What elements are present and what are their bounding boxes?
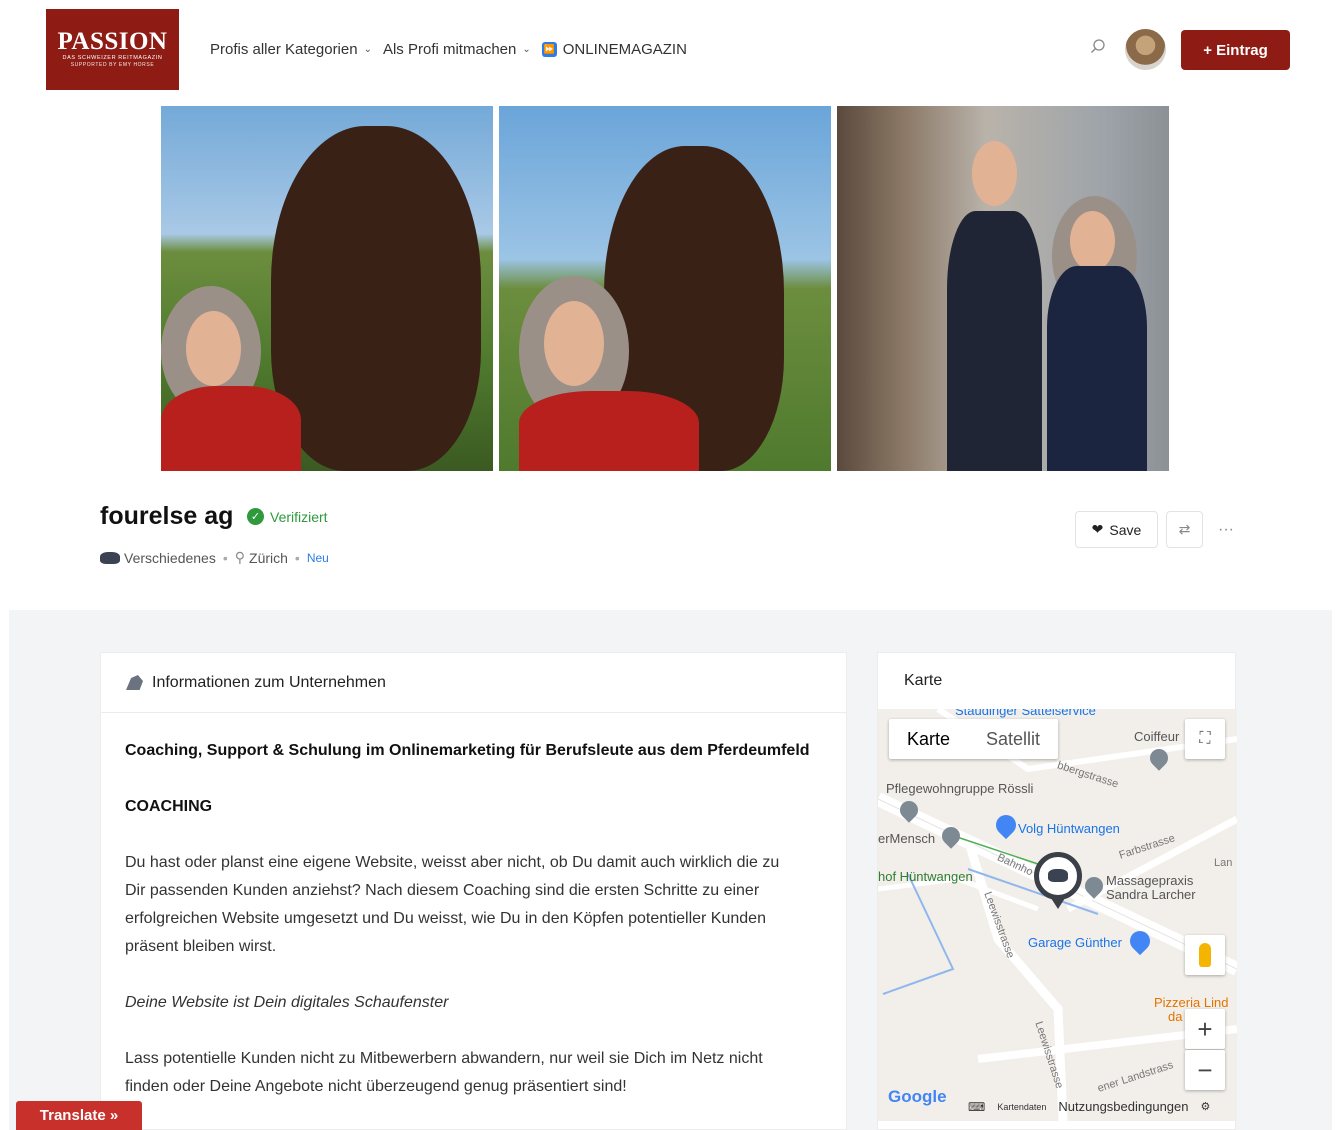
compare-arrows-icon: ⇄ bbox=[1178, 521, 1191, 537]
chevron-down-icon: ⌄ bbox=[363, 43, 372, 55]
save-button[interactable]: ❤ Save bbox=[1075, 511, 1158, 548]
gallery-photo-1[interactable] bbox=[161, 106, 493, 471]
info-card-body: Coaching, Support & Schulung im Onlinema… bbox=[101, 713, 846, 1101]
horse-head-icon bbox=[126, 675, 143, 690]
map-card-title: Karte bbox=[904, 672, 943, 689]
text-line: präsent bleiben wirst. bbox=[125, 938, 277, 955]
gear-icon[interactable]: ⚙ bbox=[1200, 1100, 1210, 1113]
map-label-ermensch: erMensch bbox=[878, 831, 936, 846]
map-label-hof: hof Hüntwangen bbox=[878, 869, 973, 884]
text-line: finden oder Deine Angebote nicht überzeu… bbox=[125, 1078, 627, 1095]
fast-forward-icon: ⏩ bbox=[541, 41, 557, 57]
zoom-out-button[interactable]: − bbox=[1185, 1050, 1225, 1090]
map-label-massage-1: Massagepraxis bbox=[1106, 873, 1194, 888]
nav-label: Profis aller Kategorien bbox=[210, 40, 358, 58]
map-type-satellit[interactable]: Satellit bbox=[968, 719, 1058, 759]
face-shape bbox=[1070, 211, 1115, 271]
red-shirt-shape bbox=[161, 386, 301, 471]
translate-button[interactable]: Translate » bbox=[16, 1101, 142, 1130]
listing-meta: Verschiedenes • ⚲ Zürich • Neu bbox=[100, 549, 329, 566]
map-data-link[interactable]: Kartendaten bbox=[997, 1102, 1046, 1112]
main-nav: Profis aller Kategorien ⌄ Als Profi mitm… bbox=[210, 39, 698, 59]
location-link[interactable]: Zürich bbox=[249, 550, 288, 566]
map-label-pizzeria-1: Pizzeria Lind bbox=[1154, 995, 1229, 1010]
add-entry-button[interactable]: + Eintrag bbox=[1181, 30, 1290, 70]
verified-badge: ✓ Verifiziert bbox=[247, 508, 328, 525]
red-shirt-shape bbox=[519, 391, 699, 471]
face-shape bbox=[186, 311, 241, 386]
text-line: Dir passenden Kunden anziehst? Nach dies… bbox=[125, 882, 760, 899]
check-icon: ✓ bbox=[247, 508, 264, 525]
fullscreen-button[interactable]: ⛶ bbox=[1185, 719, 1225, 759]
face-shape bbox=[544, 301, 604, 386]
company-info-card: Informationen zum Unternehmen Coaching, … bbox=[100, 652, 847, 1130]
map-type-karte[interactable]: Karte bbox=[889, 719, 968, 759]
gallery-photo-2[interactable] bbox=[499, 106, 831, 471]
separator-dot: • bbox=[294, 549, 300, 566]
new-badge: Neu bbox=[306, 550, 329, 565]
info-card-header: Informationen zum Unternehmen bbox=[101, 653, 846, 713]
category-icon bbox=[1048, 869, 1068, 882]
map-label-volg: Volg Hüntwangen bbox=[1018, 821, 1120, 836]
info-italic-paragraph: Deine Website ist Dein digitales Schaufe… bbox=[125, 994, 449, 1011]
info-paragraph: Du hast oder planst eine eigene Website,… bbox=[125, 849, 822, 961]
pegman-icon bbox=[1199, 943, 1211, 967]
info-section-heading: COACHING bbox=[125, 798, 213, 815]
site-header: PASSION DAS SCHWEIZER REITMAGAZIN SUPPOR… bbox=[0, 0, 1338, 104]
keyboard-icon: ⌨ bbox=[968, 1099, 986, 1114]
text-line: Lass potentielle Kunden nicht zu Mitbewe… bbox=[125, 1050, 763, 1067]
nav-label: ONLINEMAGAZIN bbox=[562, 40, 687, 58]
map-label-coiffeur: Coiffeur bbox=[1134, 729, 1180, 744]
logo-subtitle: DAS SCHWEIZER REITMAGAZIN bbox=[62, 55, 163, 61]
google-logo: Google bbox=[888, 1087, 947, 1106]
face-shape bbox=[972, 141, 1017, 206]
listing-actions: ❤ Save ⇄ ··· bbox=[1075, 511, 1241, 548]
compare-button[interactable]: ⇄ bbox=[1166, 511, 1203, 548]
info-lead: Coaching, Support & Schulung im Onlinema… bbox=[125, 742, 810, 759]
street-view-pegman[interactable] bbox=[1185, 935, 1225, 975]
more-options-button[interactable]: ··· bbox=[1211, 511, 1241, 548]
info-card-title: Informationen zum Unternehmen bbox=[152, 673, 386, 691]
category-icon bbox=[100, 551, 120, 564]
horse-shape bbox=[271, 126, 481, 471]
category-link[interactable]: Verschiedenes bbox=[124, 550, 216, 566]
user-avatar[interactable] bbox=[1125, 29, 1166, 70]
verified-label: Verifiziert bbox=[270, 508, 328, 525]
map-label-pflege: Pflegewohngruppe Rössli bbox=[886, 781, 1034, 796]
search-icon[interactable] bbox=[1090, 38, 1106, 54]
text-line: Du hast oder planst eine eigene Website,… bbox=[125, 854, 780, 871]
nav-als-profi[interactable]: Als Profi mitmachen ⌄ bbox=[383, 39, 531, 59]
map-footer: ⌨ Kartendaten Nutzungsbedingungen ⚙ bbox=[968, 1099, 1210, 1114]
heart-icon: ❤ bbox=[1091, 521, 1104, 537]
map-label-garage: Garage Günther bbox=[1028, 935, 1122, 950]
info-paragraph: Lass potentielle Kunden nicht zu Mitbewe… bbox=[125, 1045, 822, 1101]
map-label-pizzeria-2: da bbox=[1168, 1009, 1183, 1024]
gallery-photo-3[interactable] bbox=[837, 106, 1169, 471]
text-line: erfolgreichen Website umgesetzt und Du w… bbox=[125, 910, 766, 927]
listing-location-pin[interactable] bbox=[1034, 852, 1082, 909]
woman-dress-shape bbox=[1047, 266, 1147, 471]
map-label-stauding: Staudinger Sattelservice bbox=[955, 709, 1096, 718]
zoom-in-button[interactable]: + bbox=[1185, 1009, 1225, 1049]
listing-title: fourelse ag bbox=[100, 502, 234, 530]
map-label-lan: Lan bbox=[1214, 857, 1233, 869]
terms-link[interactable]: Nutzungsbedingungen bbox=[1058, 1099, 1188, 1114]
separator-dot: • bbox=[222, 549, 228, 566]
map-view[interactable]: Staudinger Sattelservice Coiffeur bbergs… bbox=[878, 709, 1237, 1121]
fullscreen-icon: ⛶ bbox=[1199, 730, 1211, 747]
chevron-down-icon: ⌄ bbox=[522, 43, 531, 55]
map-label-massage-2: Sandra Larcher bbox=[1106, 887, 1196, 902]
save-label: Save bbox=[1109, 521, 1142, 538]
map-card: Karte Staudinger Sattelservice Coiffeur … bbox=[877, 652, 1237, 1130]
logo-title: PASSION bbox=[57, 28, 168, 55]
logo-tagline: SUPPORTED BY EMY HORSE bbox=[70, 62, 155, 68]
man-suit-shape bbox=[947, 211, 1042, 471]
map-type-toggle: Karte Satellit bbox=[889, 719, 1059, 759]
nav-onlinemagazin[interactable]: ⏩ ONLINEMAGAZIN bbox=[541, 39, 687, 59]
passion-logo[interactable]: PASSION DAS SCHWEIZER REITMAGAZIN SUPPOR… bbox=[46, 9, 179, 90]
nav-label: Als Profi mitmachen bbox=[382, 40, 517, 58]
location-pin-icon: ⚲ bbox=[234, 549, 246, 565]
nav-profis-kategorien[interactable]: Profis aller Kategorien ⌄ bbox=[210, 39, 372, 59]
